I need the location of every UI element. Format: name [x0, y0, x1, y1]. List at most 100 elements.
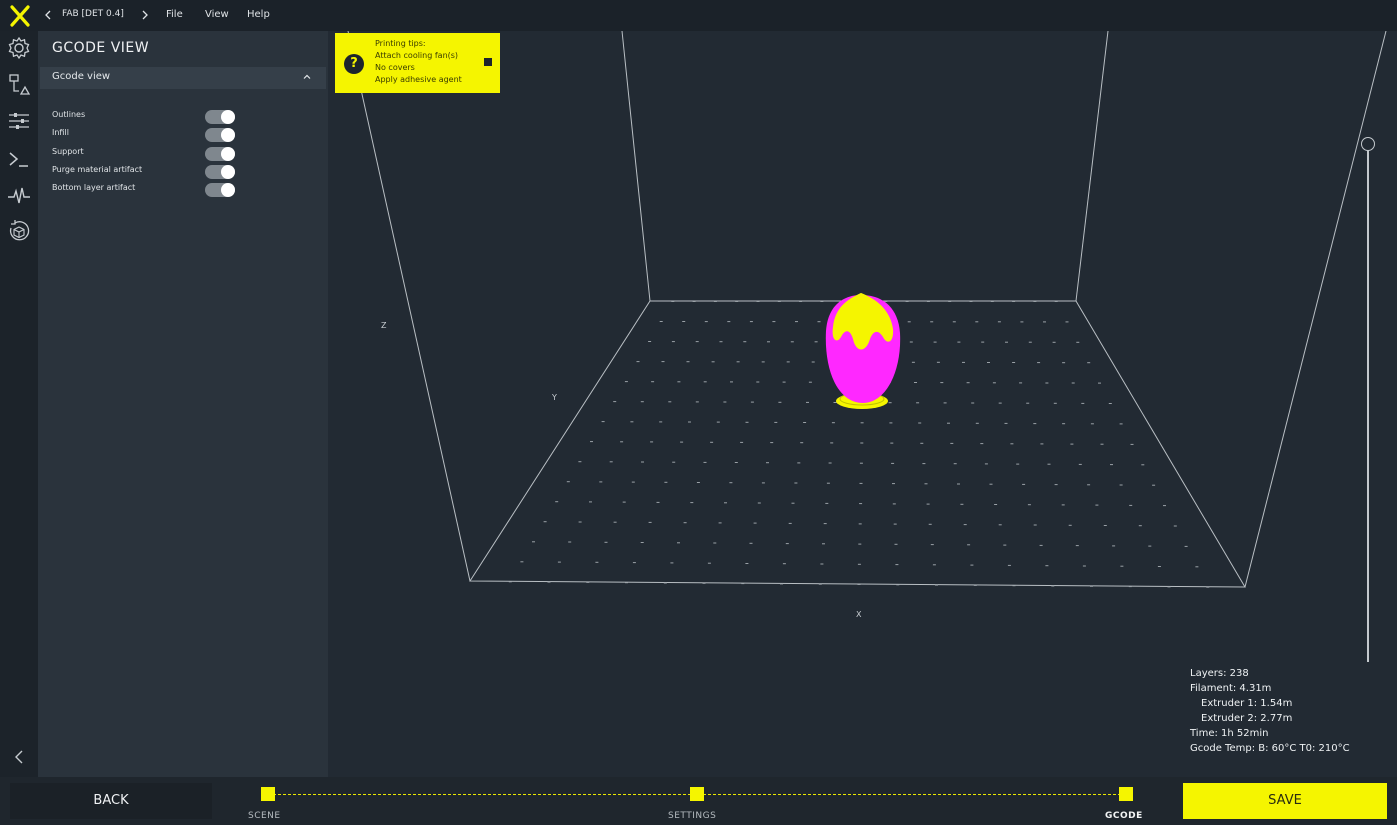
terminal-icon[interactable]: [6, 146, 32, 172]
bed-grid-dot: [631, 481, 635, 483]
step-label-scene[interactable]: SCENE: [248, 811, 281, 821]
bed-grid-dot: [820, 301, 824, 302]
bed-grid-dot: [1130, 443, 1134, 445]
chevron-right-icon[interactable]: [141, 10, 149, 20]
bed-grid-dot: [703, 381, 707, 383]
bed-grid-dot: [889, 422, 893, 424]
purge-material-artifact-toggle[interactable]: [205, 165, 235, 179]
x-logo-icon[interactable]: [8, 4, 32, 28]
bed-grid-dot: [648, 521, 652, 523]
bed-grid-dot: [690, 502, 694, 504]
option-label-outlines: Outlines: [52, 110, 86, 119]
bed-grid-dot: [729, 482, 733, 484]
layer-slider-handle[interactable]: [1361, 137, 1375, 151]
chevron-left-icon[interactable]: [14, 749, 24, 765]
bed-grid-dot: [661, 361, 665, 363]
bed-grid-dot: [625, 582, 628, 584]
printed-model[interactable]: [825, 293, 901, 409]
support-toggle[interactable]: [205, 147, 235, 161]
menu-help[interactable]: Help: [247, 9, 270, 20]
bed-grid-dot: [1195, 566, 1199, 568]
bed-grid-dot: [695, 401, 699, 403]
infill-toggle[interactable]: [205, 128, 235, 142]
bed-grid-dot: [703, 461, 707, 463]
bed-grid-dot: [933, 341, 937, 343]
bed-grid-dot: [595, 561, 599, 563]
bed-grid-dot: [741, 583, 745, 585]
bed-grid-dot: [520, 561, 524, 563]
bed-grid-dot: [823, 523, 827, 525]
gcode-view-section-header[interactable]: Gcode view: [40, 67, 326, 89]
bed-grid-dot: [818, 583, 822, 585]
layer-slider-track[interactable]: [1367, 150, 1369, 662]
nodes-icon[interactable]: [6, 72, 32, 98]
chevron-left-icon[interactable]: [44, 10, 52, 20]
pulse-icon[interactable]: [6, 183, 32, 209]
bed-grid-dot: [1128, 586, 1132, 588]
bed-grid-dot: [508, 581, 512, 583]
toggle-knob: [221, 128, 235, 142]
bed-grid-dot: [892, 503, 896, 505]
step-marker-gcode[interactable]: [1119, 787, 1133, 801]
bed-grid-dot: [659, 421, 663, 423]
bed-grid-dot: [920, 442, 924, 444]
top-bar: FAB [DET 0.4] File View Help: [0, 0, 1397, 31]
gear-icon[interactable]: [6, 35, 32, 61]
toggle-knob: [221, 183, 235, 197]
step-marker-settings[interactable]: [690, 787, 704, 801]
back-button[interactable]: BACK: [10, 783, 212, 819]
bed-grid-dot: [710, 441, 714, 443]
bed-grid-dot: [1033, 301, 1037, 302]
bed-grid-dot: [932, 564, 936, 566]
bed-grid-dot: [981, 341, 985, 343]
bed-grid-dot: [1062, 362, 1066, 364]
project-label[interactable]: FAB [DET 0.4]: [62, 9, 124, 19]
bed-grid-dot: [734, 462, 738, 463]
bed-grid-dot: [952, 321, 956, 323]
bed-grid-dot: [820, 563, 824, 565]
bed-grid-dot: [1184, 545, 1188, 547]
outlines-toggle[interactable]: [205, 110, 235, 124]
menu-file[interactable]: File: [166, 9, 183, 20]
gcode-stats: Layers: 238 Filament: 4.31m Extruder 1: …: [1190, 666, 1350, 756]
bed-grid-dot: [1033, 524, 1037, 526]
bed-grid-dot: [727, 321, 731, 323]
bed-grid-dot: [1054, 301, 1058, 302]
bed-grid-dot: [663, 582, 667, 584]
icon-sidebar: [0, 31, 38, 777]
bed-grid-dot: [785, 543, 789, 545]
bed-grid-dot: [686, 361, 690, 363]
close-icon[interactable]: [484, 58, 492, 66]
bed-grid-dot: [806, 401, 809, 403]
sliders-icon[interactable]: [6, 108, 32, 134]
bed-grid-dot: [1016, 463, 1020, 465]
bed-grid-dot: [936, 361, 940, 363]
step-label-settings[interactable]: SETTINGS: [668, 811, 716, 821]
bed-grid-dot: [778, 401, 782, 403]
bed-grid-dot: [609, 461, 613, 463]
bed-grid-dot: [719, 341, 723, 343]
step-label-gcode[interactable]: GCODE: [1105, 811, 1143, 821]
bed-grid-dot: [557, 561, 561, 563]
bed-grid-dot: [601, 421, 605, 423]
bed-grid-dot: [1110, 464, 1113, 466]
bed-grid-dot: [1076, 341, 1080, 343]
bed-grid-dot: [590, 441, 593, 443]
bed-grid-dot: [1020, 321, 1024, 323]
bed-grid-dot: [987, 362, 990, 363]
bed-grid-dot: [756, 381, 760, 383]
bed-grid-dot: [753, 522, 757, 524]
bed-grid-dot: [1040, 443, 1044, 445]
step-marker-scene[interactable]: [261, 787, 275, 801]
bottom-layer-artifact-toggle[interactable]: [205, 183, 235, 197]
rotate-cube-icon[interactable]: [6, 218, 32, 244]
bed-grid-dot: [857, 563, 861, 565]
bed-grid-dot: [735, 301, 739, 302]
save-button[interactable]: SAVE: [1183, 783, 1387, 819]
bed-grid-dot: [578, 521, 582, 523]
menu-view[interactable]: View: [205, 9, 229, 20]
bed-grid-dot: [1051, 585, 1055, 587]
bed-grid-dot: [777, 301, 781, 302]
bed-grid-dot: [780, 583, 783, 585]
bed-grid-dot: [1068, 524, 1072, 526]
